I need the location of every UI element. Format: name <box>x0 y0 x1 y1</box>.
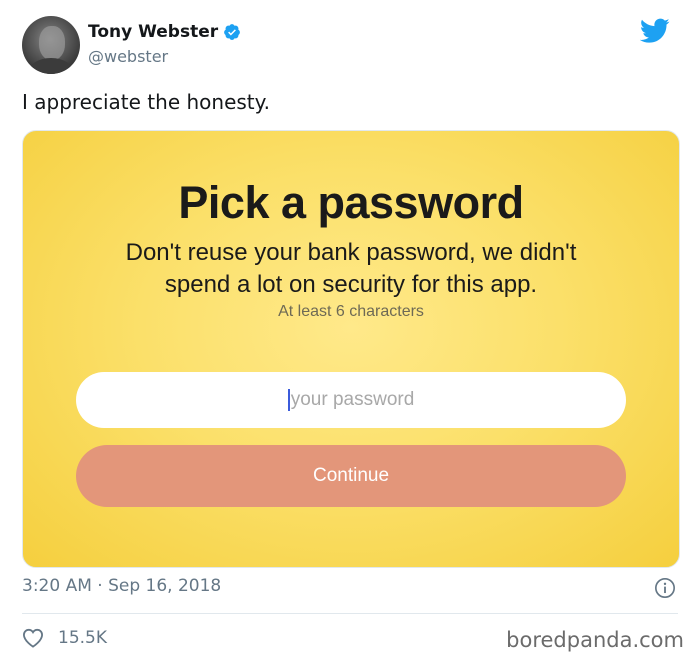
avatar-shoulders <box>28 58 74 74</box>
verified-badge-icon <box>224 24 240 40</box>
text-caret <box>287 389 290 411</box>
media-subtitle-line2: spend a lot on security for this app. <box>164 271 538 298</box>
display-name[interactable]: Tony Webster <box>88 22 218 42</box>
password-hint: At least 6 characters <box>278 303 424 320</box>
avatar[interactable] <box>22 16 80 74</box>
like-count: 15.5K <box>58 628 107 648</box>
heart-icon[interactable] <box>22 628 44 648</box>
avatar-face <box>39 26 65 60</box>
media-subtitle-line1: Don't reuse your bank password, we didn'… <box>125 239 577 266</box>
info-icon[interactable] <box>654 577 676 599</box>
watermark: boredpanda.com <box>506 628 684 652</box>
user-handle[interactable]: @webster <box>88 47 168 66</box>
password-placeholder: your password <box>290 389 415 410</box>
like-action[interactable]: 15.5K <box>22 628 107 648</box>
tweet-header: Tony Webster @webster <box>22 14 682 76</box>
continue-button: Continue <box>76 445 626 507</box>
tweet-media-image[interactable]: Pick a password Don't reuse your bank pa… <box>22 130 680 568</box>
name-row: Tony Webster <box>88 22 241 42</box>
twitter-bird-icon[interactable] <box>640 18 670 44</box>
password-field: your password <box>76 372 626 428</box>
media-subtitle: Don't reuse your bank password, we didn'… <box>23 237 679 301</box>
tweet-text: I appreciate the honesty. <box>22 90 270 114</box>
tweet-timestamp[interactable]: 3:20 AM · Sep 16, 2018 <box>22 576 221 596</box>
media-title: Pick a password <box>178 177 524 228</box>
divider <box>22 613 678 614</box>
